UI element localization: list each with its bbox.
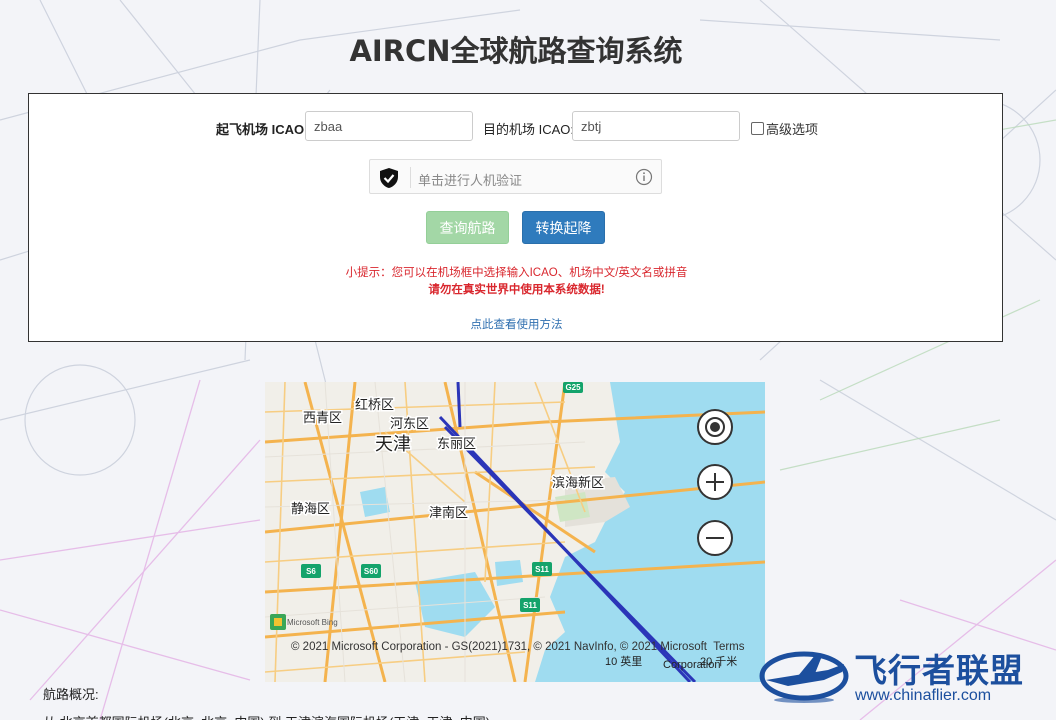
locate-icon xyxy=(705,417,725,437)
zoom-in-icon xyxy=(706,473,724,491)
map-copyright: © 2021 Microsoft Corporation - GS(2021)1… xyxy=(291,641,745,653)
shield-check-icon xyxy=(380,168,398,188)
zoom-in-button[interactable] xyxy=(697,464,733,500)
captcha-prompt: 单击进行人机验证 xyxy=(418,173,523,188)
airplane-logo-icon xyxy=(759,651,849,703)
scale-miles: 10 英里 xyxy=(605,656,643,668)
warning-text: 请勿在真实世界中使用本系统数据! xyxy=(428,284,605,296)
watermark: 飞行者联盟 www.chinaflier.com xyxy=(758,640,1056,710)
scale-km: 20 千米 xyxy=(700,656,738,668)
swap-airports-button[interactable]: 转换起降 xyxy=(522,211,605,244)
departure-input[interactable] xyxy=(305,111,473,141)
locate-button[interactable] xyxy=(697,409,733,445)
captcha-divider xyxy=(410,167,411,188)
info-icon[interactable] xyxy=(635,168,653,186)
map-label-binhai: 滨海新区 xyxy=(552,475,604,491)
advanced-options-checkbox[interactable] xyxy=(751,122,764,135)
shield-s11-a: S11 xyxy=(535,565,549,574)
captcha-widget[interactable]: 单击进行人机验证 xyxy=(369,159,662,194)
arrival-input[interactable] xyxy=(572,111,740,141)
map-label-hedong: 河东区 xyxy=(390,417,429,432)
zoom-out-icon xyxy=(706,537,724,539)
zoom-out-button[interactable] xyxy=(697,520,733,556)
shield-s11-b: S11 xyxy=(523,601,537,610)
departure-label: 起飞机场 ICAO: xyxy=(216,122,309,137)
map-label-dongli: 东丽区 xyxy=(437,437,476,452)
map-label-hongqiao: 红桥区 xyxy=(355,397,394,413)
howto-link[interactable]: 点此查看使用方法 xyxy=(29,316,1004,332)
advanced-options-toggle[interactable]: 高级选项 xyxy=(751,119,818,138)
shield-g25: G25 xyxy=(565,383,581,392)
bing-label: Microsoft Bing xyxy=(287,618,338,627)
map-label-xiqing: 西青区 xyxy=(303,411,342,426)
map-canvas: G25 S6 S60 S11 S11 西青区 红桥区 河东区 天津 东丽区 滨海… xyxy=(265,382,765,682)
watermark-url: www.chinaflier.com xyxy=(855,687,992,704)
route-map[interactable]: G25 S6 S60 S11 S11 西青区 红桥区 河东区 天津 东丽区 滨海… xyxy=(265,382,765,682)
arrival-label: 目的机场 ICAO: xyxy=(483,122,575,137)
shield-s60: S60 xyxy=(364,567,379,576)
route-summary-line: 从 北京首都国际机场(北京, 北京, 中国) 到 天津滨海国际机场(天津, 天津… xyxy=(43,712,490,720)
advanced-options-label: 高级选项 xyxy=(766,122,819,137)
map-label-jinghai: 静海区 xyxy=(291,502,330,517)
watermark-title: 飞行者联盟 xyxy=(854,651,1024,690)
shield-s: S6 xyxy=(306,567,316,576)
terms-link[interactable]: Terms xyxy=(713,641,744,653)
search-form: 起飞机场 ICAO: 目的机场 ICAO: 高级选项 单击进行人机验证 查询航路… xyxy=(28,93,1003,342)
page-title: AIRCN全球航路查询系统 xyxy=(349,34,683,68)
map-label-jinnan: 津南区 xyxy=(429,505,468,521)
query-route-button[interactable]: 查询航路 xyxy=(426,211,509,244)
map-label-tianjin: 天津 xyxy=(375,434,411,455)
tip-text: 小提示：您可以在机场框中选择输入ICAO、机场中文/英文名或拼音 xyxy=(345,267,688,279)
route-summary-heading: 航路概况: xyxy=(43,687,99,702)
